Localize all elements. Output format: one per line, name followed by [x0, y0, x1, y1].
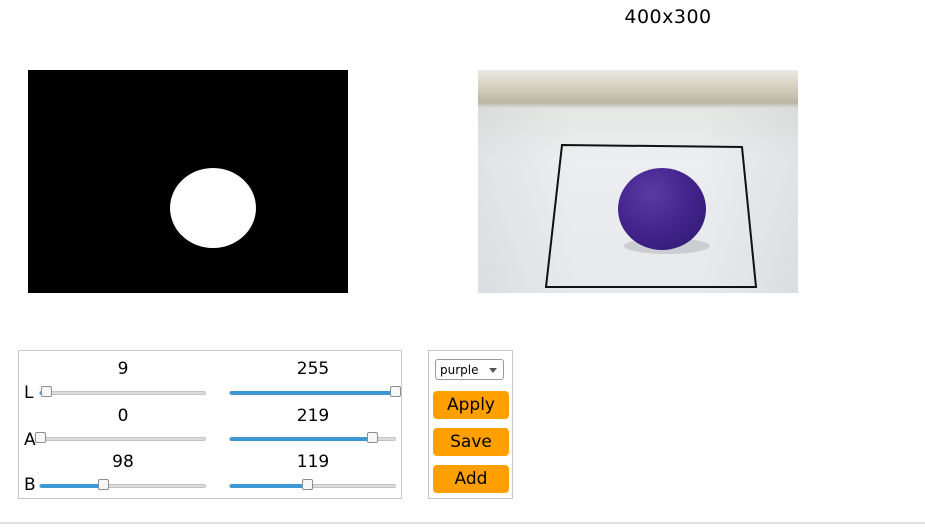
b-high-value: 119: [296, 452, 330, 472]
slider-handle[interactable]: [366, 432, 378, 443]
apply-button[interactable]: Apply: [433, 391, 509, 419]
bottom-divider: [0, 522, 925, 524]
a-low-slider[interactable]: [35, 432, 206, 443]
l-high-slider[interactable]: [229, 386, 401, 397]
l-low-slider[interactable]: [39, 386, 206, 397]
slider-handle[interactable]: [302, 479, 313, 490]
add-button[interactable]: Add: [433, 465, 509, 493]
chevron-down-icon: [489, 368, 497, 373]
resolution-label: 400x300: [624, 6, 712, 28]
l-channel-label: L: [24, 383, 34, 403]
color-select-value: purple: [440, 363, 479, 377]
a-channel-label: A: [24, 430, 36, 450]
mask-blob: [170, 168, 256, 248]
save-button[interactable]: Save: [433, 428, 509, 456]
b-low-value: 98: [112, 452, 134, 472]
lab-threshold-panel: 9 255 L 0 219 A 98 119 B: [18, 350, 402, 499]
action-panel: purple Apply Save Add: [428, 350, 513, 499]
purple-ball: [618, 168, 706, 250]
slider-handle[interactable]: [35, 432, 46, 443]
l-high-value: 255: [296, 359, 330, 379]
slider-handle[interactable]: [40, 386, 52, 397]
camera-view: [478, 70, 798, 293]
b-high-slider[interactable]: [229, 479, 396, 490]
threshold-mask-view: [28, 70, 348, 293]
b-channel-label: B: [24, 475, 36, 495]
a-high-slider[interactable]: [229, 432, 396, 443]
slider-handle[interactable]: [390, 386, 401, 397]
a-high-value: 219: [296, 406, 330, 426]
a-low-value: 0: [117, 406, 129, 426]
b-low-slider[interactable]: [39, 479, 206, 490]
color-select[interactable]: purple: [435, 359, 504, 380]
l-low-value: 9: [117, 359, 129, 379]
slider-handle[interactable]: [98, 479, 110, 490]
